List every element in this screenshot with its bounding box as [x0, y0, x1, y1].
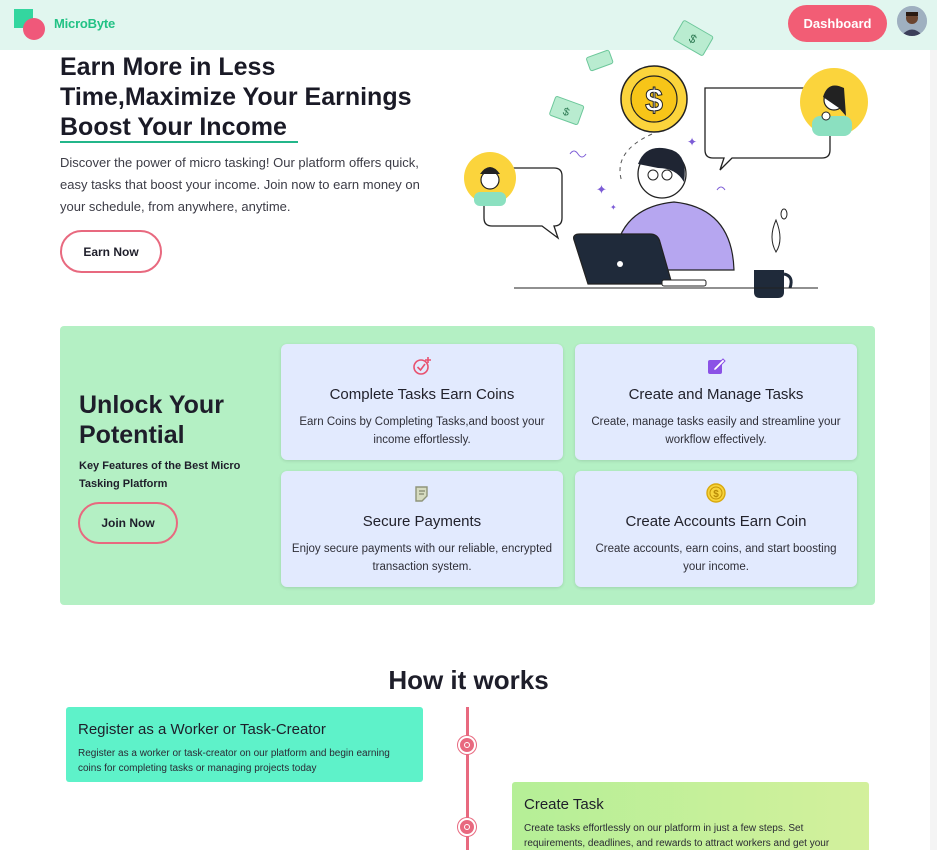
- logo-icon[interactable]: [14, 9, 46, 41]
- money-bill-icon: $: [673, 20, 714, 56]
- svg-text:✦: ✦: [596, 183, 607, 198]
- step-card-register: Register as a Worker or Task-Creator Reg…: [66, 707, 423, 782]
- how-it-works-title: How it works: [388, 665, 549, 695]
- svg-text:$: $: [713, 489, 719, 500]
- step-title: Register as a Worker or Task-Creator: [78, 721, 326, 738]
- step-description: Create tasks effortlessly on our platfor…: [524, 823, 830, 849]
- feature-card-title: Secure Payments: [362, 513, 482, 530]
- feature-card-description: Create accounts, earn coins, and start b…: [595, 543, 837, 573]
- hero-description: Discover the power of micro tasking! Our…: [60, 155, 420, 214]
- feature-card[interactable]: Secure Payments Enjoy secure payments wi…: [281, 471, 563, 587]
- hero-illustration: $ $ $ ✦ ✦ ✦: [464, 20, 868, 298]
- check-plus-icon: [413, 357, 431, 375]
- step-card-create-task: Create Task Create tasks effortlessly on…: [512, 782, 869, 850]
- feature-card[interactable]: $ Create Accounts Earn Coin Create accou…: [575, 471, 857, 587]
- brand-name[interactable]: MicroByte: [54, 16, 115, 31]
- page: MicroByte Dashboard Earn More in Less Ti…: [0, 0, 937, 850]
- step-title: Create Task: [524, 796, 604, 813]
- feature-card-title: Create and Manage Tasks: [628, 386, 804, 403]
- feature-card[interactable]: Create and Manage Tasks Create, manage t…: [575, 344, 857, 460]
- hero-title: Earn More in Less Time,Maximize Your Ear…: [60, 53, 412, 141]
- money-bill-icon: $: [549, 96, 585, 125]
- money-bill-icon: [586, 49, 614, 72]
- earn-now-button[interactable]: Earn Now: [60, 230, 162, 273]
- features-title: Unlock Your Potential: [79, 391, 224, 449]
- user-avatar[interactable]: [897, 6, 927, 36]
- timeline-dot-icon: [458, 818, 476, 836]
- timeline-dot-icon: [458, 736, 476, 754]
- payment-icon: [415, 486, 428, 502]
- hero-title-underline: [60, 141, 298, 143]
- edit-icon: [708, 358, 726, 374]
- coin-icon: $: [706, 483, 726, 503]
- feature-card-description: Enjoy secure payments with our reliable,…: [291, 543, 553, 573]
- svg-text:✦: ✦: [610, 203, 617, 212]
- woman-avatar-icon: [800, 68, 868, 136]
- step-description: Register as a worker or task-creator on …: [78, 748, 390, 774]
- feature-card[interactable]: Complete Tasks Earn Coins Earn Coins by …: [281, 344, 563, 460]
- feature-card-title: Complete Tasks Earn Coins: [329, 386, 515, 403]
- svg-text:✦: ✦: [687, 135, 697, 149]
- dollar-coin-icon: $: [620, 65, 688, 133]
- scrollbar[interactable]: [930, 50, 937, 850]
- feature-card-description: Create, manage tasks easily and streamli…: [591, 416, 841, 446]
- features-subtitle: Key Features of the Best Micro Tasking P…: [79, 460, 241, 490]
- mug-icon: [754, 208, 793, 298]
- feature-card-description: Earn Coins by Completing Tasks,and boost…: [299, 416, 545, 446]
- join-now-button[interactable]: Join Now: [78, 502, 178, 544]
- feature-card-title: Create Accounts Earn Coin: [625, 513, 807, 530]
- svg-text:$: $: [645, 82, 663, 118]
